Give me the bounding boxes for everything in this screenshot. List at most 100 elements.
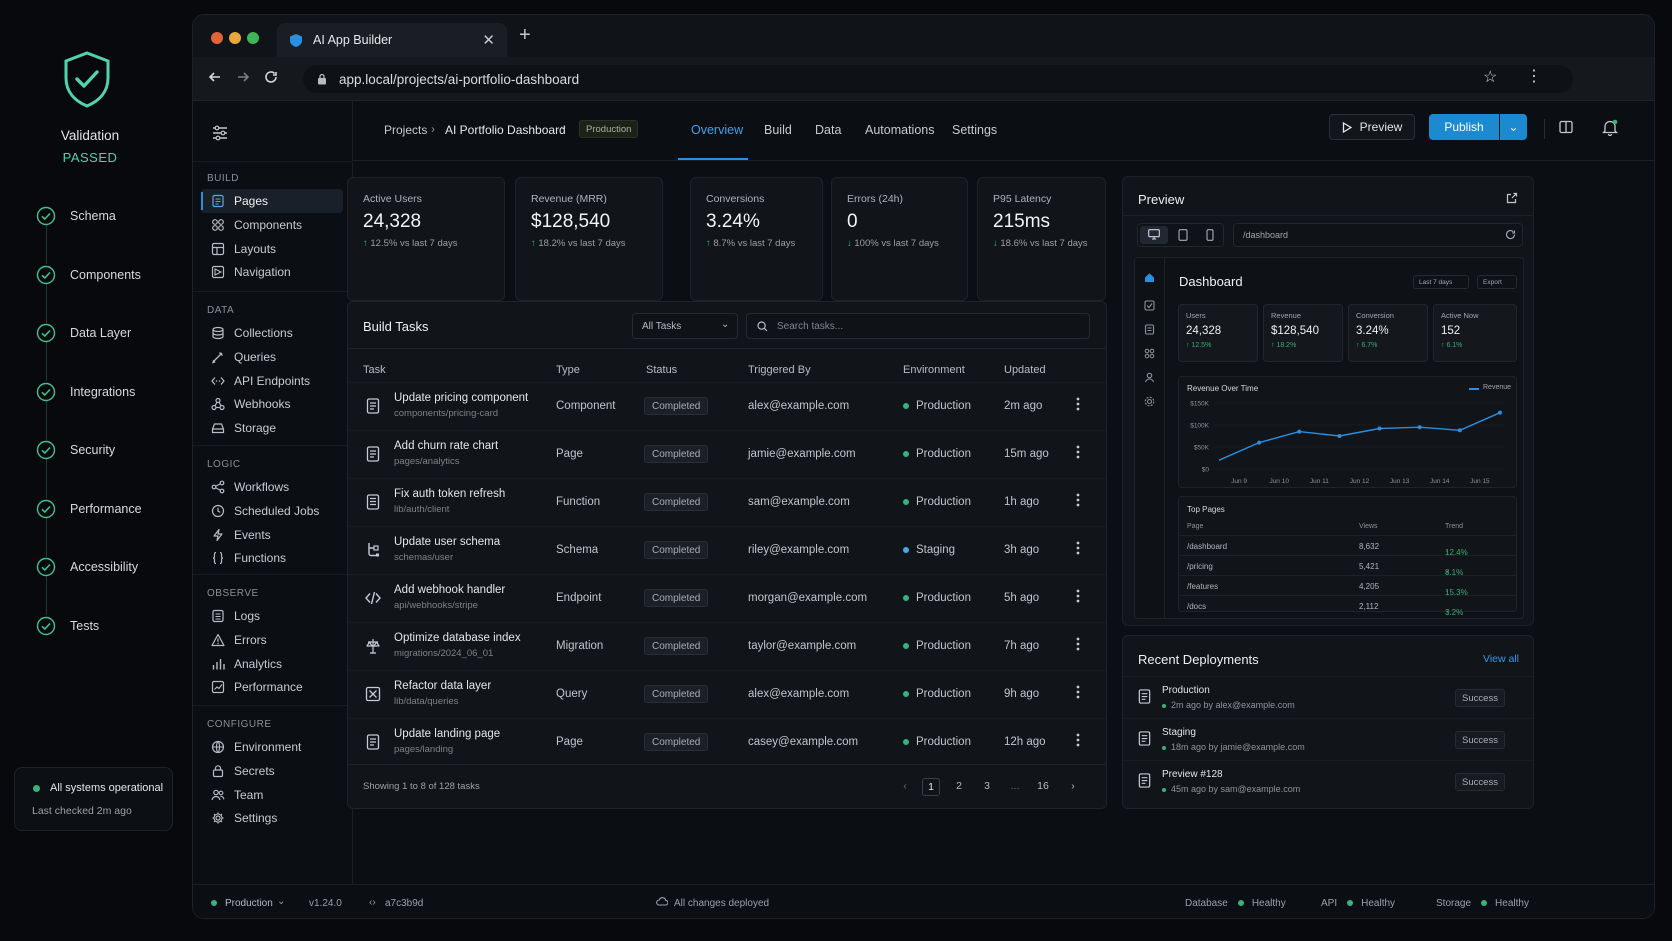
reload-icon[interactable] bbox=[263, 69, 279, 85]
table-row[interactable]: Add webhook handler api/webhooks/stripe En… bbox=[348, 574, 1106, 622]
user-icon[interactable] bbox=[1144, 372, 1155, 383]
refresh-preview-icon[interactable] bbox=[1505, 229, 1516, 240]
tab-overview[interactable]: Overview bbox=[691, 123, 743, 137]
deployment-item[interactable]: Production 2m ago by alex@example.com Succ… bbox=[1123, 676, 1533, 718]
task-name[interactable]: Add webhook handler bbox=[394, 584, 505, 596]
metric-card-p95-latency[interactable]: P95 Latency 215ms ↓ 18.6% vs last 7 days bbox=[977, 177, 1106, 301]
row-actions-menu-icon[interactable] bbox=[1076, 685, 1080, 699]
sidebar-item-webhooks[interactable]: Webhooks bbox=[201, 392, 343, 416]
table-row[interactable]: Update pricing component components/prici… bbox=[348, 382, 1106, 430]
statusbar-env[interactable]: Production bbox=[225, 898, 273, 909]
sidebar-item-events[interactable]: Events bbox=[201, 523, 343, 547]
validation-step[interactable]: Tests bbox=[36, 616, 99, 636]
validation-step[interactable]: Accessibility bbox=[36, 557, 138, 577]
desktop-device-icon[interactable] bbox=[1140, 226, 1168, 244]
table-row[interactable]: Refactor data layer lib/data/queries Query… bbox=[348, 670, 1106, 718]
sidebar-item-logs[interactable]: Logs bbox=[201, 604, 343, 628]
page-16-button[interactable]: 16 bbox=[1034, 780, 1052, 792]
task-name[interactable]: Update landing page bbox=[394, 728, 500, 740]
row-actions-menu-icon[interactable] bbox=[1076, 637, 1080, 651]
close-tab-icon[interactable]: ✕ bbox=[482, 31, 495, 49]
validation-step[interactable]: Schema bbox=[36, 206, 116, 226]
validation-step[interactable]: Security bbox=[36, 440, 115, 460]
notification-bell-icon[interactable] bbox=[1602, 119, 1618, 136]
publish-button[interactable]: Publish bbox=[1429, 114, 1499, 140]
row-actions-menu-icon[interactable] bbox=[1076, 397, 1080, 411]
metric-card-active-users[interactable]: Active Users 24,328 ↑ 12.5% vs last 7 days bbox=[347, 177, 505, 301]
tab-automations[interactable]: Automations bbox=[865, 123, 934, 137]
tab-data[interactable]: Data bbox=[815, 123, 841, 137]
sidebar-item-scheduled-jobs[interactable]: Scheduled Jobs bbox=[201, 499, 343, 523]
document-icon[interactable] bbox=[1144, 324, 1155, 335]
sidebar-item-secrets[interactable]: Secrets bbox=[201, 759, 343, 783]
task-name[interactable]: Update pricing component bbox=[394, 392, 528, 404]
tab-settings[interactable]: Settings bbox=[952, 123, 997, 137]
new-tab-icon[interactable]: + bbox=[519, 24, 531, 47]
prev-page-icon[interactable]: ‹ bbox=[896, 780, 914, 792]
sidebar-item-settings[interactable]: Settings bbox=[201, 806, 343, 830]
validation-step[interactable]: Components bbox=[36, 265, 141, 285]
tablet-device-icon[interactable] bbox=[1178, 229, 1188, 241]
task-search-input[interactable]: Search tasks... bbox=[746, 313, 1090, 339]
task-name[interactable]: Update user schema bbox=[394, 536, 500, 548]
table-row[interactable]: Update user schema schemas/user Schema Comp… bbox=[348, 526, 1106, 574]
publish-options-chevron-icon[interactable]: ⌄ bbox=[1500, 114, 1527, 140]
top-page-row[interactable]: /pricing 5,421 ↑ 8.1% bbox=[1179, 555, 1516, 577]
sidebar-item-workflows[interactable]: Workflows bbox=[201, 475, 343, 499]
mobile-device-icon[interactable] bbox=[1206, 229, 1214, 241]
preview-export-button[interactable]: Export bbox=[1477, 275, 1517, 289]
url-field[interactable]: app.local/projects/ai-portfolio-dashboar… bbox=[303, 65, 1573, 93]
deployment-item[interactable]: Staging 18m ago by jamie@example.com Succe… bbox=[1123, 718, 1533, 760]
table-row[interactable]: Fix auth token refresh lib/auth/client Fun… bbox=[348, 478, 1106, 526]
project-chevron-down-icon[interactable]: ⌄ bbox=[559, 121, 567, 132]
view-all-link[interactable]: View all bbox=[1483, 653, 1519, 665]
sidebar-item-collections[interactable]: Collections bbox=[201, 321, 343, 345]
close-window-button[interactable] bbox=[211, 32, 223, 44]
settings-gear-icon[interactable] bbox=[1144, 396, 1155, 407]
minimize-window-button[interactable] bbox=[229, 32, 241, 44]
top-page-row[interactable]: /features 4,205 ↑ 15.3% bbox=[1179, 575, 1516, 597]
sidebar-item-functions[interactable]: Functions bbox=[201, 546, 343, 570]
row-actions-menu-icon[interactable] bbox=[1076, 589, 1080, 603]
top-page-row[interactable]: /docs 2,112 ↑ 3.2% bbox=[1179, 595, 1516, 617]
sidebar-item-layouts[interactable]: Layouts bbox=[201, 237, 343, 261]
browser-tab[interactable]: AI App Builder ✕ bbox=[277, 23, 507, 57]
project-selector[interactable]: AI Portfolio Dashboard bbox=[445, 123, 566, 137]
metric-card-revenue-mrr-[interactable]: Revenue (MRR) $128,540 ↑ 18.2% vs last 7 d… bbox=[515, 177, 663, 301]
split-view-icon[interactable] bbox=[1559, 120, 1573, 134]
task-name[interactable]: Add churn rate chart bbox=[394, 440, 498, 452]
deployment-item[interactable]: Preview #128 45m ago by sam@example.com Su… bbox=[1123, 760, 1533, 802]
task-name[interactable]: Optimize database index bbox=[394, 632, 521, 644]
sidebar-item-analytics[interactable]: Analytics bbox=[201, 652, 343, 676]
table-row[interactable]: Add churn rate chart pages/analytics Page C… bbox=[348, 430, 1106, 478]
validation-step[interactable]: Data Layer bbox=[36, 323, 131, 343]
sidebar-item-storage[interactable]: Storage bbox=[201, 416, 343, 440]
home-icon[interactable] bbox=[1144, 272, 1155, 283]
grid-icon[interactable] bbox=[1144, 348, 1155, 359]
metric-card-conversions[interactable]: Conversions 3.24% ↑ 8.7% vs last 7 days bbox=[690, 177, 823, 301]
forward-arrow-icon[interactable] bbox=[235, 69, 251, 85]
tab-build[interactable]: Build bbox=[764, 123, 792, 137]
sidebar-item-pages[interactable]: Pages bbox=[201, 189, 343, 213]
page-1-button[interactable]: 1 bbox=[922, 778, 940, 796]
open-external-icon[interactable] bbox=[1506, 192, 1518, 204]
page-2-button[interactable]: 2 bbox=[950, 780, 968, 792]
row-actions-menu-icon[interactable] bbox=[1076, 493, 1080, 507]
page-3-button[interactable]: 3 bbox=[978, 780, 996, 792]
maximize-window-button[interactable] bbox=[247, 32, 259, 44]
validation-step[interactable]: Integrations bbox=[36, 382, 135, 402]
row-actions-menu-icon[interactable] bbox=[1076, 733, 1080, 747]
table-row[interactable]: Update landing page pages/landing Page Comp… bbox=[348, 718, 1106, 766]
bookmark-star-icon[interactable]: ☆ bbox=[1483, 67, 1497, 87]
sidebar-item-queries[interactable]: Queries bbox=[201, 345, 343, 369]
task-name[interactable]: Fix auth token refresh bbox=[394, 488, 505, 500]
sidebar-item-performance[interactable]: Performance bbox=[201, 675, 343, 699]
sidebar-item-navigation[interactable]: Navigation bbox=[201, 260, 343, 284]
sidebar-item-api-endpoints[interactable]: API Endpoints bbox=[201, 369, 343, 393]
browser-menu-icon[interactable]: ⋮ bbox=[1526, 66, 1542, 86]
checklist-icon[interactable] bbox=[1144, 300, 1155, 311]
row-actions-menu-icon[interactable] bbox=[1076, 445, 1080, 459]
breadcrumb-projects[interactable]: Projects bbox=[384, 123, 427, 137]
sidebar-toggle-icon[interactable] bbox=[211, 125, 229, 141]
task-name[interactable]: Refactor data layer bbox=[394, 680, 491, 692]
